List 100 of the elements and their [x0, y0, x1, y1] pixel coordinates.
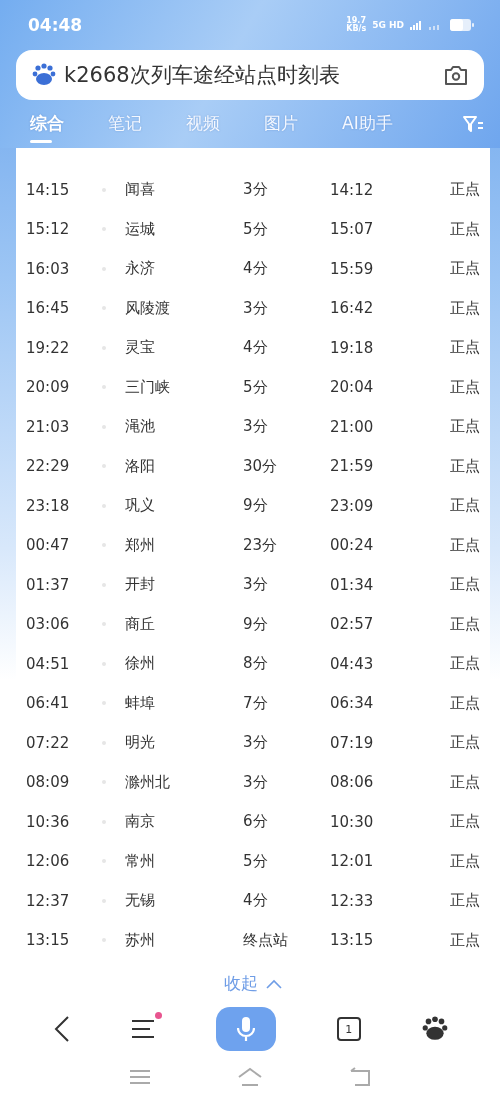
departure-time: 00:24: [330, 536, 375, 555]
arrival-time: 01:37: [25, 575, 71, 594]
arrival-time: 21:03: [25, 417, 71, 436]
station-name: 运城: [125, 219, 156, 239]
station-name: 蚌埠: [125, 693, 156, 713]
back-icon[interactable]: [54, 1016, 71, 1042]
home-icon[interactable]: [237, 1067, 263, 1087]
microphone-icon: [237, 1016, 255, 1042]
status-text: 正点: [450, 417, 480, 437]
departure-time: 12:33: [330, 891, 375, 910]
status-text: 正点: [450, 338, 480, 358]
station-name: 灵宝: [125, 338, 156, 358]
status-text: 正点: [450, 496, 480, 516]
station-name: 洛阳: [125, 456, 156, 476]
station-name: 滁州北: [125, 772, 171, 792]
arrival-time: 10:36: [25, 812, 71, 831]
station-name: 风陵渡: [125, 298, 171, 318]
return-icon[interactable]: [349, 1067, 371, 1087]
arrival-time: 23:18: [25, 496, 71, 515]
departure-time: 01:34: [330, 575, 375, 594]
departure-time: 08:06: [330, 773, 375, 792]
filter-icon[interactable]: [462, 113, 484, 135]
station-name: 南京: [125, 812, 156, 832]
status-text: 正点: [450, 180, 480, 200]
station-name: 商丘: [125, 614, 156, 634]
station-name: 闻喜: [125, 180, 156, 200]
status-text: 正点: [450, 456, 480, 476]
station-name: 巩义: [125, 496, 156, 516]
search-tab[interactable]: 图片: [264, 105, 298, 143]
stop-duration: 3分: [243, 575, 269, 595]
stop-duration: 3分: [243, 733, 269, 753]
departure-time: 20:04: [330, 378, 375, 397]
departure-time: 14:12: [330, 180, 375, 199]
arrival-time: 16:45: [25, 299, 71, 318]
battery-icon: [450, 19, 474, 31]
collapse-link[interactable]: 收起: [224, 972, 258, 995]
status-text: 正点: [450, 693, 480, 713]
stop-duration: 3分: [243, 180, 269, 200]
stop-duration: 终点站: [243, 930, 289, 950]
stop-duration: 23分: [243, 535, 279, 555]
departure-time: 16:42: [330, 299, 375, 318]
stop-duration: 3分: [243, 772, 269, 792]
network-type: 5G HD: [372, 20, 404, 30]
arrival-time: 00:47: [25, 536, 71, 555]
status-time: 04:48: [28, 15, 83, 35]
station-name: 三门峡: [125, 377, 171, 397]
search-input[interactable]: k2668次列车途经站点时刻表: [64, 63, 435, 87]
departure-time: 06:34: [330, 694, 375, 713]
departure-time: 15:07: [330, 220, 375, 239]
arrival-time: 15:12: [25, 220, 71, 239]
status-text: 正点: [450, 575, 480, 595]
search-field[interactable]: k2668次列车途经站点时刻表: [16, 50, 484, 100]
station-name: 郑州: [125, 535, 156, 555]
departure-time: 04:43: [330, 654, 375, 673]
status-text: 正点: [450, 891, 480, 911]
paw-logo-icon[interactable]: [421, 1016, 448, 1042]
stop-duration: 4分: [243, 259, 269, 279]
arrival-time: 03:06: [25, 615, 71, 634]
stop-duration: 3分: [243, 417, 269, 437]
status-text: 正点: [450, 654, 480, 674]
status-text: 正点: [450, 812, 480, 832]
departure-time: 13:15: [330, 931, 375, 950]
voice-search-button[interactable]: [216, 1007, 276, 1051]
stop-duration: 4分: [243, 891, 269, 911]
stop-duration: 30分: [243, 456, 279, 476]
stop-duration: 6分: [243, 812, 269, 832]
search-tab[interactable]: 综合: [30, 105, 64, 143]
arrival-time: 12:37: [25, 891, 71, 910]
station-name: 永济: [125, 259, 156, 279]
stop-duration: 5分: [243, 219, 269, 239]
arrival-time: 12:06: [25, 852, 71, 871]
stop-duration: 7分: [243, 693, 269, 713]
status-text: 正点: [450, 772, 480, 792]
search-tab[interactable]: 笔记: [108, 105, 142, 143]
status-text: 正点: [450, 219, 480, 239]
menu-icon[interactable]: [131, 1019, 156, 1039]
chevron-up-icon[interactable]: [266, 978, 282, 989]
status-text: 正点: [450, 851, 480, 871]
status-text: 正点: [450, 733, 480, 753]
arrival-time: 07:22: [25, 733, 71, 752]
stop-duration: 9分: [243, 614, 269, 634]
departure-time: 10:30: [330, 812, 375, 831]
station-name: 开封: [125, 575, 156, 595]
arrival-time: 14:15: [25, 180, 71, 199]
departure-time: 07:19: [330, 733, 375, 752]
camera-icon[interactable]: [443, 63, 469, 87]
station-name: 渑池: [125, 417, 156, 437]
departure-time: 15:59: [330, 259, 375, 278]
arrival-time: 13:15: [25, 931, 71, 950]
departure-time: 21:00: [330, 417, 375, 436]
search-tab[interactable]: AI助手: [342, 105, 393, 143]
tab-count[interactable]: 1: [336, 1017, 361, 1041]
station-name: 无锡: [125, 891, 156, 911]
stop-duration: 4分: [243, 338, 269, 358]
status-text: 正点: [450, 930, 480, 950]
stop-duration: 5分: [243, 377, 269, 397]
search-tab[interactable]: 视频: [186, 105, 220, 143]
departure-time: 02:57: [330, 615, 375, 634]
arrival-time: 19:22: [25, 338, 71, 357]
stop-duration: 3分: [243, 298, 269, 318]
